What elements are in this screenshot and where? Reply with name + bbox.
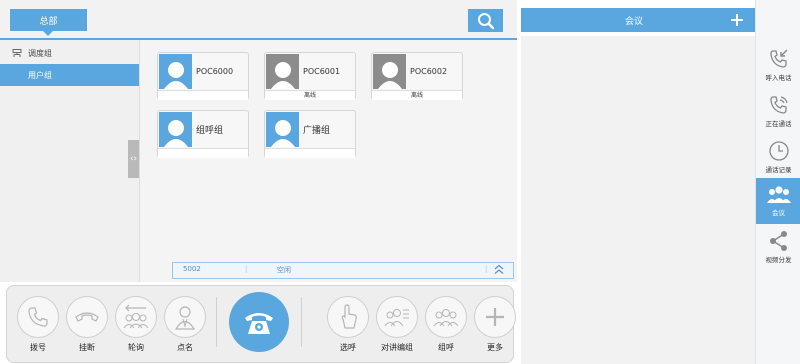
status-divider: | [485,265,488,273]
rollcall-button[interactable]: 点名 [163,296,207,353]
nav-video-share[interactable]: 视频分发 [756,224,800,270]
intercom-edit-label: 对讲编组 [381,343,413,352]
user-avatar-icon [163,120,188,147]
poll-button[interactable]: 轮询 [114,296,158,353]
hangup-label: 挂断 [79,343,95,352]
line-state: 空闲 [277,266,291,274]
video-share-icon [769,231,787,251]
nav-conference[interactable]: 会议 [756,178,800,224]
conference-list [521,36,755,364]
search-icon [477,12,494,29]
intercom-edit-button[interactable]: 对讲编组 [375,296,419,353]
plus-icon [486,308,504,326]
tree-item-dispatch-group-label: 调度组 [28,48,52,58]
user-avatar-icon [270,62,295,89]
nav-call-history[interactable]: 通话记录 [756,134,800,180]
status-divider: | [245,265,248,273]
member-status: 离线 [265,90,355,100]
conference-header: 会议 [521,8,755,32]
pointer-hand-icon [341,304,357,329]
dispatch-group-icon [12,48,22,57]
member-name: POC6001 [303,66,341,76]
active-call-icon [769,96,788,114]
member-status: 离线 [372,90,462,100]
plus-icon [731,14,743,26]
tab-headquarters[interactable]: 总部 [10,9,87,36]
line-number: 5002 [183,265,201,273]
dial-label: 拨号 [30,343,46,352]
tree-item-user-group[interactable]: 用户组 [0,64,139,86]
rollcall-label: 点名 [177,343,193,352]
member-name: POC6002 [410,66,448,76]
nav-label: 正在通话 [765,120,792,128]
toolbar-divider [301,297,302,347]
call-history-icon [768,141,789,161]
tree-item-user-group-label: 用户组 [28,70,52,80]
tree-item-dispatch-group[interactable]: 调度组 [0,43,139,63]
avatar [266,54,299,89]
select-call-button[interactable]: 选呼 [326,296,370,353]
member-name: POC6000 [196,66,234,76]
poll-label: 轮询 [128,343,144,352]
avatar [266,112,299,147]
call-main-button[interactable] [229,292,289,352]
search-button[interactable] [468,9,503,32]
group-name: 组呼组 [196,125,224,136]
group-card-group-call[interactable]: 组呼组 [157,110,249,158]
avatar [373,54,406,89]
tab-headquarters-label: 总部 [39,16,58,27]
nav-label: 会议 [772,209,785,217]
user-avatar-icon [377,62,402,89]
member-status [158,90,248,100]
group-status [265,148,355,158]
group-call-button[interactable]: 组呼 [424,296,468,353]
collapse-panel-handle[interactable]: ‹› [128,140,139,178]
telephone-icon [245,313,273,334]
dial-button[interactable]: 拨号 [16,296,60,353]
group-status [158,148,248,158]
nav-label: 视频分发 [765,256,792,264]
nav-label: 呼入电话 [765,74,792,82]
person-icon [174,306,196,330]
conference-title: 会议 [625,17,644,27]
more-label: 更多 [487,343,503,352]
line-status-bar[interactable]: 5002 | 空闲 | [172,262,514,279]
member-card-poc6000[interactable]: POC6000 [157,52,249,100]
nav-active-calls[interactable]: 正在通话 [756,88,800,134]
avatar [159,112,192,147]
nav-incoming-calls[interactable]: 呼入电话 [756,42,800,88]
toolbar-divider [216,297,217,347]
conference-icon [766,186,791,203]
phone-handset-icon [28,307,48,327]
incoming-call-icon [769,49,787,68]
group-card-broadcast[interactable]: 广播组 [264,110,356,158]
select-call-label: 选呼 [340,343,356,352]
hangup-button[interactable]: 挂断 [65,296,109,353]
user-avatar-icon [163,62,188,89]
nav-label: 通话记录 [765,166,792,174]
member-card-poc6001[interactable]: POC6001 离线 [264,52,356,100]
collapse-arrows-icon: ‹› [129,154,138,164]
member-card-poc6002[interactable]: POC6002 离线 [371,52,463,100]
expand-chevron-icon[interactable] [493,264,505,277]
avatar [159,54,192,89]
more-button[interactable]: 更多 [473,296,517,353]
add-conference-button[interactable] [727,10,747,30]
right-nav-sidebar: 呼入电话 正在通话 通话记录 会议 视频分发 [755,0,800,364]
hangup-icon [75,312,99,322]
user-avatar-icon [270,120,295,147]
group-call-label: 组呼 [438,343,454,352]
group-edit-icon [384,309,409,327]
poll-users-icon [123,304,149,329]
group-users-icon [433,309,459,327]
group-name: 广播组 [303,125,331,136]
